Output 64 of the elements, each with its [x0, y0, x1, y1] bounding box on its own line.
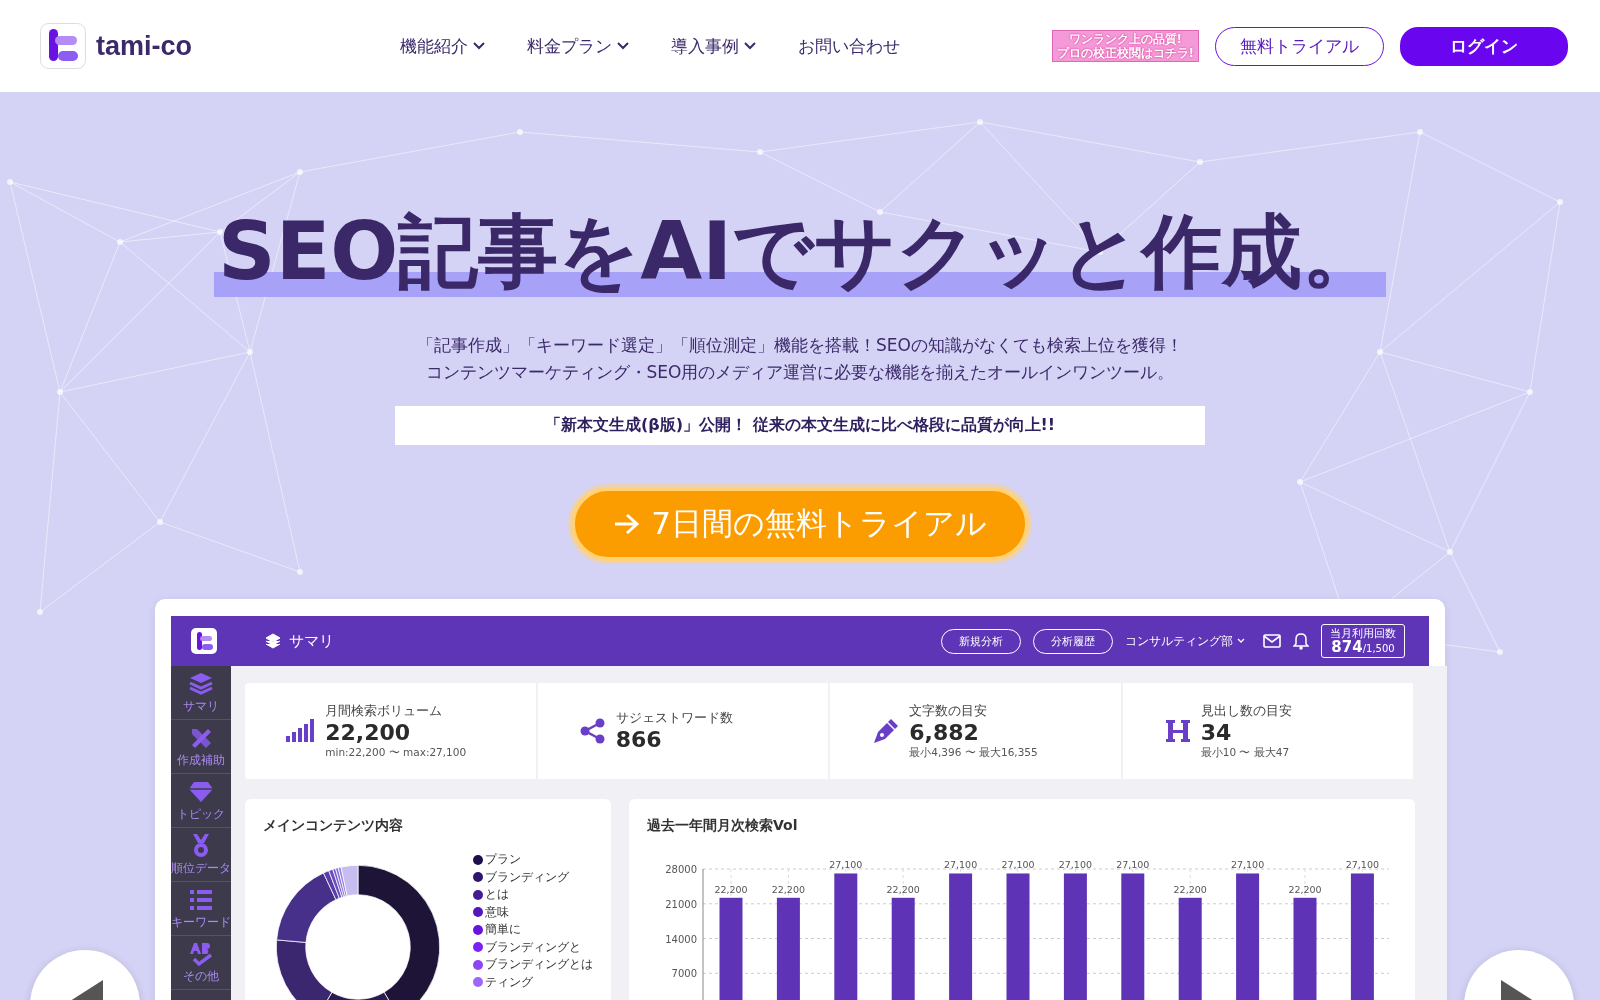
mail-icon[interactable]: [1263, 634, 1281, 648]
legend-label: ブランディング: [485, 869, 569, 885]
data-label: 27,100: [1116, 859, 1150, 871]
share-icon: [579, 718, 606, 744]
data-label: 22,200: [771, 883, 806, 895]
legend-label: プラン: [485, 852, 521, 868]
legend-label: 意味: [485, 904, 509, 920]
heading-icon: [1164, 718, 1191, 744]
stat-label: サジェストワード数: [615, 709, 734, 727]
logo-icon[interactable]: [40, 23, 86, 69]
login-button[interactable]: ログイン: [1400, 26, 1568, 66]
legend-label: ティング: [485, 974, 533, 990]
brand-name[interactable]: tami-co: [96, 30, 193, 62]
data-label: 27,100: [829, 859, 863, 871]
stat-range: 最小10 〜 最大47: [1200, 745, 1291, 760]
bell-icon[interactable]: [1293, 632, 1309, 650]
axis-tick-label: 7000: [671, 968, 697, 980]
legend-label: 簡単に: [485, 922, 521, 938]
stat-value: 6,882: [909, 719, 980, 746]
stat-value: 866: [615, 726, 663, 753]
signal-bars-icon: [285, 718, 316, 744]
logo-icon: [191, 628, 217, 654]
data-label: 27,100: [1001, 859, 1035, 871]
nav-link[interactable]: 機能紹介: [400, 34, 485, 58]
page-title: サマリ: [289, 631, 334, 651]
stat-label: 文字数の目安: [909, 702, 989, 720]
hero-description: コンテンツマーケティング・SEO用のメディア運営に必要な機能を揃えたオールインワンツール。: [424, 361, 1176, 384]
panel-title: メインコンテンツ内容: [263, 817, 404, 835]
stat-value: 34: [1200, 719, 1233, 746]
stat-range: 最小4,396 〜 最大16,355: [909, 745, 1039, 760]
data-label: 22,200: [1288, 883, 1322, 895]
usage-counter: 当月利用回数 874/1,500: [1321, 624, 1405, 658]
legend-label: とは: [485, 887, 509, 903]
spellcheck-icon: [188, 941, 214, 967]
stat-range: min:22,200 〜 max:27,100: [325, 745, 468, 760]
hero-description: 「記事作成」「キーワード選定」「順位測定」機能を搭載！SEOの知識がなくても検索上位を獲得！: [417, 334, 1183, 357]
panel-title: 過去一年間月次検索Vol: [647, 817, 799, 835]
data-label: 27,100: [1345, 859, 1380, 871]
stat-value: 22,200: [325, 719, 412, 746]
axis-tick-label: 14000: [665, 933, 697, 945]
data-label: 22,200: [886, 883, 920, 895]
legend-label: ブランディングとは: [485, 957, 593, 973]
nav-link[interactable]: 導入事例: [671, 34, 756, 58]
data-label: 27,100: [943, 859, 978, 871]
arrow-icon: [613, 512, 642, 536]
team-dropdown[interactable]: コンサルティング部: [1125, 633, 1245, 649]
data-label: 27,100: [1058, 859, 1093, 871]
pen-nib-icon: [871, 718, 900, 744]
axis-tick-label: 28000: [665, 864, 697, 875]
nav-link[interactable]: お問い合わせ: [798, 34, 900, 58]
stat-label: 月間検索ボリューム: [325, 702, 444, 720]
stat-label: 見出し数の目安: [1200, 702, 1293, 720]
layers-icon: [265, 633, 281, 649]
list-icon: [188, 887, 214, 913]
layers-icon: [188, 671, 214, 697]
legend-label: ブランディングと: [485, 939, 581, 955]
trial-button[interactable]: 無料トライアル: [1215, 26, 1384, 66]
data-label: 27,100: [1230, 859, 1265, 871]
axis-tick-label: 21000: [665, 898, 697, 910]
data-label: 22,200: [714, 883, 748, 895]
nav-link[interactable]: 料金プラン: [527, 34, 629, 58]
caret-icon: [1237, 638, 1245, 644]
notice-banner: 「新本文生成(β版)」公開！ 従来の本文生成に比べ格段に品質が向上!!: [395, 406, 1205, 445]
data-label: 22,200: [1173, 883, 1207, 895]
